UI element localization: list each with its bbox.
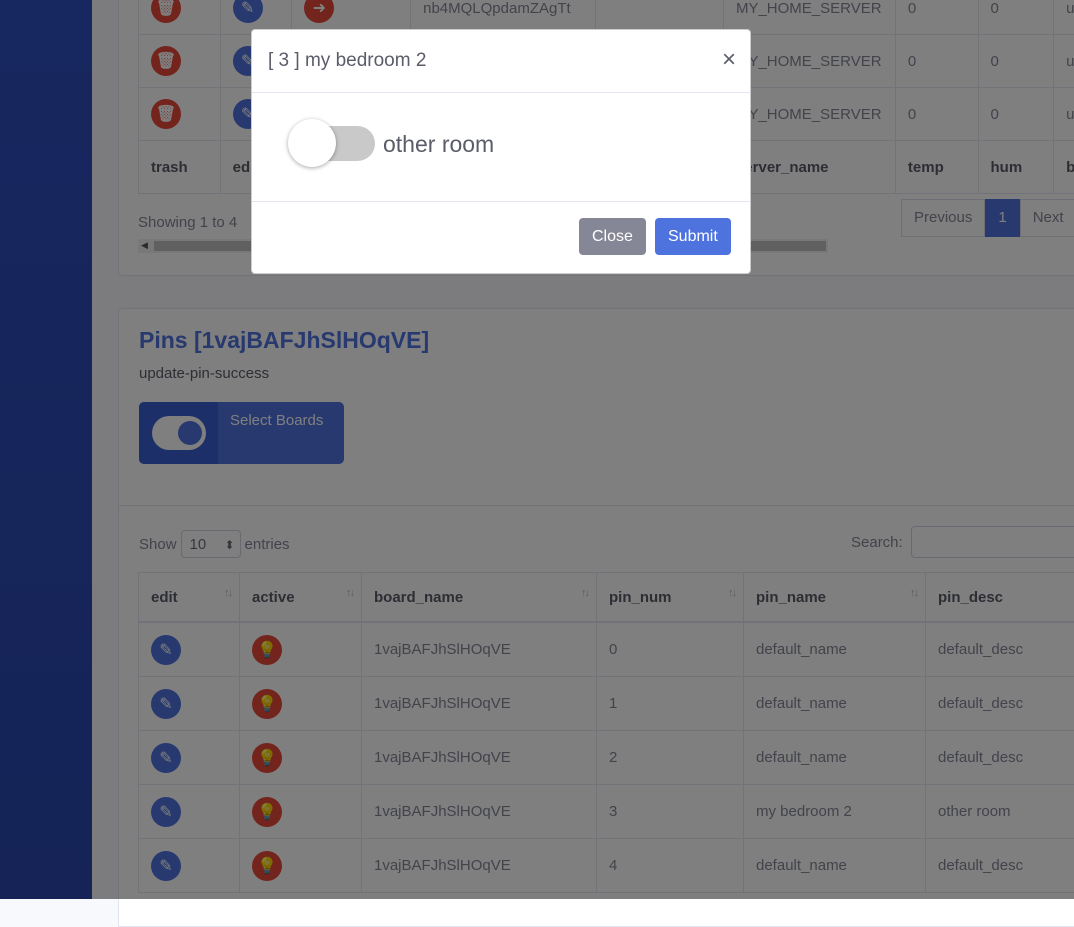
modal-header: [ 3 ] my bedroom 2 × <box>252 30 750 93</box>
modal-footer: Close Submit <box>252 202 750 272</box>
toggle-knob[interactable] <box>288 119 336 167</box>
close-icon[interactable]: × <box>722 46 736 74</box>
toggle-label: other room <box>383 131 494 158</box>
room-toggle-switch[interactable] <box>288 119 375 167</box>
close-button[interactable]: Close <box>579 218 646 255</box>
modal-title: [ 3 ] my bedroom 2 <box>268 50 426 72</box>
modal-body: other room <box>252 93 750 202</box>
edit-pin-modal: [ 3 ] my bedroom 2 × other room Close Su… <box>251 29 751 274</box>
submit-button[interactable]: Submit <box>655 218 731 255</box>
